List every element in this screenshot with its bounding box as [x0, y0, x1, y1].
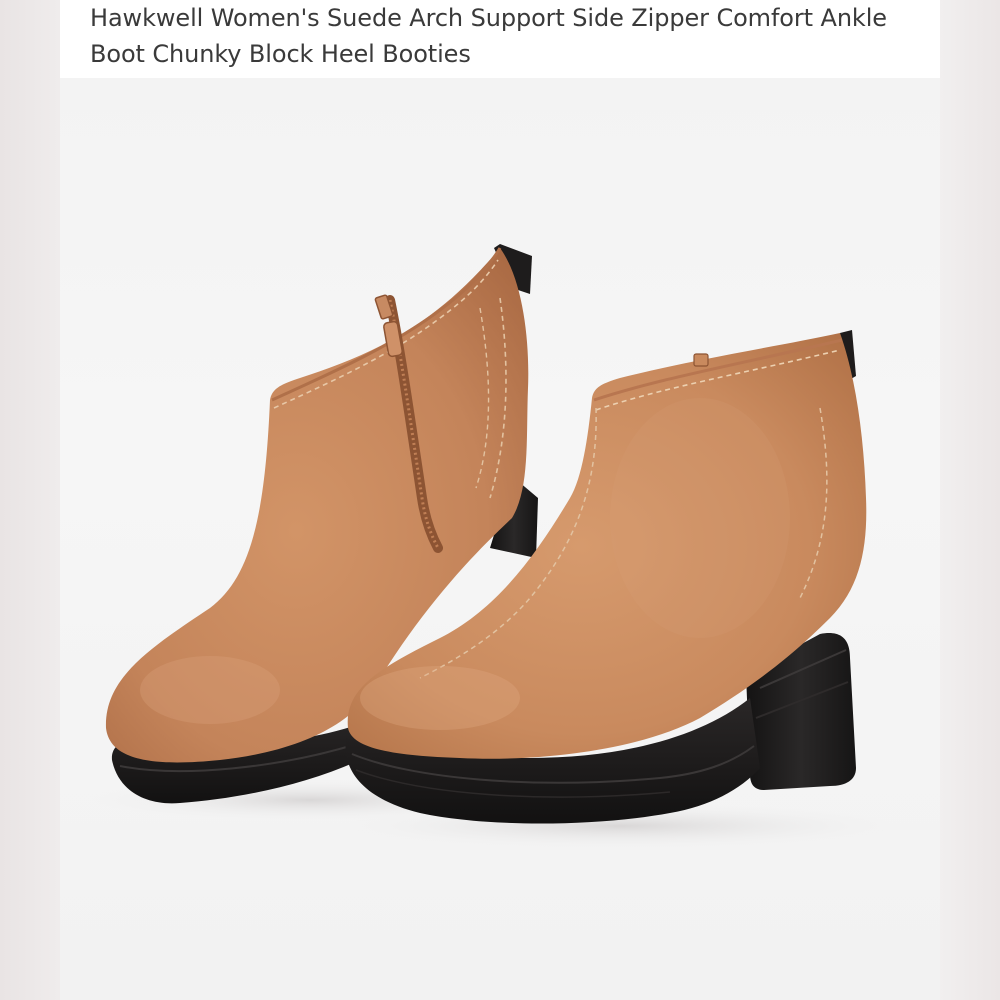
product-image[interactable] — [60, 78, 940, 1000]
product-title: Hawkwell Women's Suede Arch Support Side… — [90, 4, 887, 68]
product-card: Hawkwell Women's Suede Arch Support Side… — [60, 0, 940, 1000]
title-bar: Hawkwell Women's Suede Arch Support Side… — [60, 0, 940, 78]
